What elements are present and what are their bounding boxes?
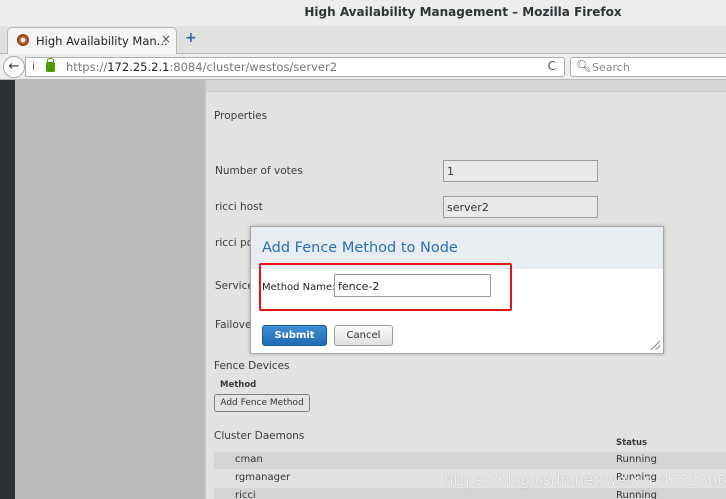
daemon-name: cman [235,454,263,465]
table-row: cman Running [214,452,726,469]
tab-strip: High Availability Man... × + [0,26,726,54]
method-column-header: Method [220,380,257,390]
url-path: :8084/cluster/westos/server2 [169,60,338,74]
reload-icon[interactable]: C [548,59,556,73]
add-fence-method-button[interactable]: Add Fence Method [214,394,310,412]
search-icon: 🔍︎ [576,59,592,73]
search-placeholder: Search [592,61,630,74]
daemon-name: rgmanager [235,472,291,483]
resize-grip-icon[interactable] [651,341,660,350]
properties-heading: Properties [214,110,268,122]
status-column-header: Status [616,438,648,448]
window-titlebar: High Availability Management – Mozilla F… [0,0,726,26]
sidebar [15,80,205,499]
daemon-name: ricci [235,490,256,499]
fence-devices-heading: Fence Devices [214,360,290,372]
ricci-host-field[interactable]: server2 [443,196,598,218]
url-prefix: https:// [66,60,108,74]
daemon-status: Running [616,454,657,465]
window-title: High Availability Management – Mozilla F… [304,5,622,19]
url-text[interactable]: https://172.25.2.1:8084/cluster/westos/s… [66,60,337,74]
lock-icon [46,58,55,72]
highlight-box [259,263,512,311]
tab-high-availability[interactable]: High Availability Man... × [7,27,177,54]
votes-label: Number of votes [215,165,303,177]
tab-close-icon[interactable]: × [161,32,171,46]
tab-label: High Availability Man... [36,34,168,48]
ricci-port-label: ricci po [215,237,254,249]
cancel-button[interactable]: Cancel [334,325,393,346]
dark-edge [0,80,15,499]
dialog-title: Add Fence Method to Node [262,240,458,256]
info-icon[interactable]: i [32,60,35,73]
votes-field[interactable]: 1 [443,160,598,182]
back-button[interactable]: ← [3,56,25,78]
url-bar[interactable]: i https://172.25.2.1:8084/cluster/westos… [25,57,565,77]
search-box[interactable]: 🔍︎ Search [570,57,726,77]
services-label: Service [215,280,254,292]
add-fence-method-dialog: Add Fence Method to Node Method Name: fe… [250,226,664,354]
watermark: https://blog.csdn.net/weixin_43323669 [444,471,726,489]
new-tab-icon[interactable]: + [185,30,197,46]
url-host: 172.25.2.1 [107,60,170,74]
favicon-icon [17,34,29,46]
navigation-bar: ← i https://172.25.2.1:8084/cluster/west… [0,54,726,80]
daemon-status: Running [616,490,657,499]
ricci-host-label: ricci host [215,201,263,213]
cluster-daemons-heading: Cluster Daemons [214,430,305,442]
submit-button[interactable]: Submit [262,325,327,346]
content-header [206,80,726,92]
table-row: ricci Running [214,488,726,499]
